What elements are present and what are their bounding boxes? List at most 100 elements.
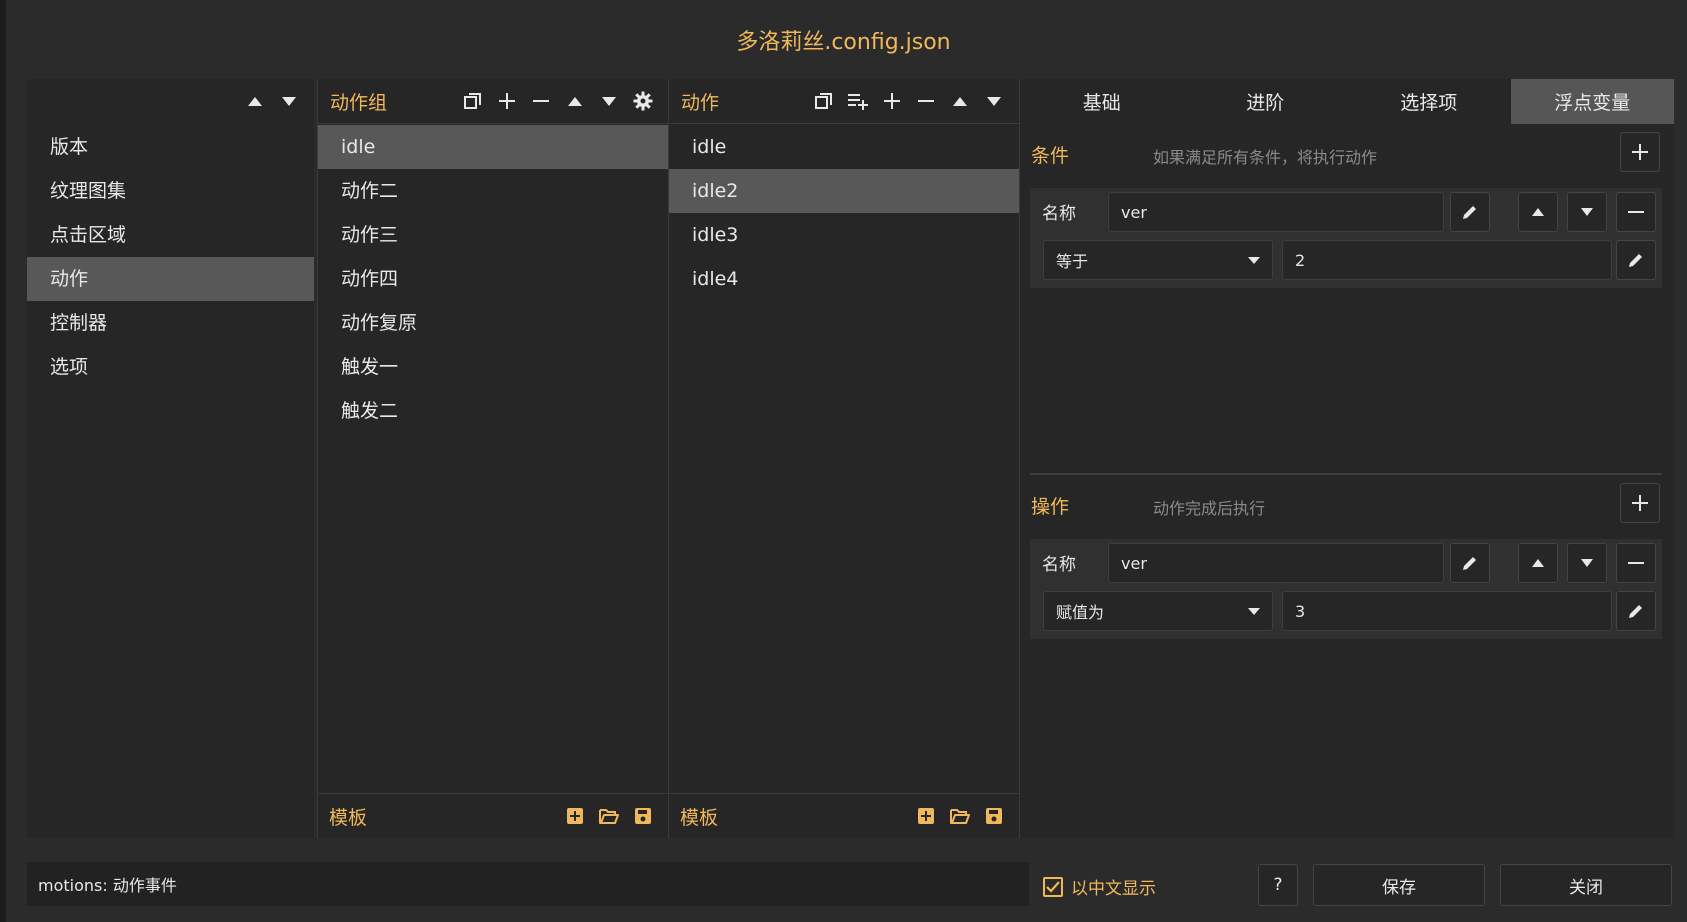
remove-icon[interactable]: [526, 86, 556, 116]
remove-operation-button[interactable]: [1616, 543, 1656, 583]
motion-group-list: idle 动作二 动作三 动作四 动作复原 触发一 触发二: [318, 125, 668, 433]
add-box-icon[interactable]: [911, 801, 941, 831]
add-operation-button[interactable]: [1620, 483, 1660, 523]
edit-value-button[interactable]: [1616, 240, 1656, 280]
motion-toolbar: [809, 86, 1019, 116]
tab-advanced[interactable]: 进阶: [1184, 79, 1348, 124]
category-item-motion[interactable]: 动作: [27, 257, 314, 301]
condition-name-field[interactable]: ver: [1108, 192, 1444, 232]
category-panel: 版本 纹理图集 点击区域 动作 控制器 选项: [27, 79, 314, 838]
condition-card: 名称 ver 等于 2: [1030, 188, 1662, 288]
motion-group-item[interactable]: 触发二: [318, 389, 668, 433]
category-item-controller[interactable]: 控制器: [27, 301, 314, 345]
playlist-add-icon[interactable]: [843, 86, 873, 116]
motion-item[interactable]: idle3: [669, 213, 1019, 257]
motion-header: 动作: [669, 79, 1019, 123]
move-up-button[interactable]: [1518, 192, 1558, 232]
add-box-icon[interactable]: [560, 801, 590, 831]
pencil-icon: [1629, 254, 1642, 267]
edit-name-button[interactable]: [1450, 543, 1490, 583]
save-icon[interactable]: [979, 801, 1009, 831]
move-down-icon[interactable]: [274, 86, 304, 116]
operation-operator-select[interactable]: 赋值为: [1043, 591, 1273, 631]
motion-item[interactable]: idle4: [669, 257, 1019, 301]
category-item-hit-area[interactable]: 点击区域: [27, 213, 314, 257]
operation-name-field[interactable]: ver: [1108, 543, 1444, 583]
operator-value: 赋值为: [1056, 603, 1105, 622]
category-header: [27, 79, 314, 123]
name-label: 名称: [1042, 555, 1076, 575]
tab-choices[interactable]: 选择项: [1347, 79, 1511, 124]
move-up-icon[interactable]: [560, 86, 590, 116]
remove-icon: [1628, 562, 1644, 564]
add-icon[interactable]: [877, 86, 907, 116]
operator-value: 等于: [1056, 252, 1089, 271]
tab-basic[interactable]: 基础: [1020, 79, 1184, 124]
save-icon[interactable]: [628, 801, 658, 831]
move-up-icon: [1532, 208, 1544, 216]
motion-group-title: 动作组: [330, 91, 388, 114]
chevron-down-icon: [1248, 257, 1260, 264]
motion-group-item[interactable]: 触发一: [318, 345, 668, 389]
motion-panel: 动作 idle idle2 idle3 idle4 模板: [669, 79, 1019, 838]
gear-icon[interactable]: [628, 86, 658, 116]
category-item-version[interactable]: 版本: [27, 125, 314, 169]
move-down-icon[interactable]: [979, 86, 1009, 116]
conditions-hint: 如果满足所有条件，将执行动作: [1153, 148, 1378, 167]
pencil-icon: [1629, 605, 1642, 618]
move-down-button[interactable]: [1567, 192, 1607, 232]
header-separator: [669, 123, 1019, 124]
template-label: 模板: [680, 806, 719, 829]
condition-operator-select[interactable]: 等于: [1043, 240, 1273, 280]
category-item-texture-atlas[interactable]: 纹理图集: [27, 169, 314, 213]
motion-group-item[interactable]: 动作二: [318, 169, 668, 213]
motion-item[interactable]: idle2: [669, 169, 1019, 213]
template-toolbar: [560, 801, 668, 831]
status-text: motions: 动作事件: [38, 876, 177, 895]
condition-value-field[interactable]: 2: [1282, 240, 1612, 280]
chevron-down-icon: [1248, 608, 1260, 615]
remove-icon[interactable]: [911, 86, 941, 116]
edit-value-button[interactable]: [1616, 591, 1656, 631]
motion-group-item[interactable]: 动作三: [318, 213, 668, 257]
remove-condition-button[interactable]: [1616, 192, 1656, 232]
move-down-icon[interactable]: [594, 86, 624, 116]
motion-group-footer: 模板: [318, 793, 668, 838]
move-down-icon: [1581, 559, 1593, 567]
tab-float-variables[interactable]: 浮点变量: [1510, 79, 1674, 124]
move-up-icon[interactable]: [945, 86, 975, 116]
edit-name-button[interactable]: [1450, 192, 1490, 232]
move-down-icon: [1581, 208, 1593, 216]
category-item-options[interactable]: 选项: [27, 345, 314, 389]
chinese-display-label: 以中文显示: [1071, 879, 1156, 899]
motion-title: 动作: [681, 91, 720, 114]
chinese-display-checkbox[interactable]: 以中文显示: [1043, 874, 1156, 899]
template-toolbar: [911, 801, 1019, 831]
operation-value-field[interactable]: 3: [1282, 591, 1612, 631]
move-up-button[interactable]: [1518, 543, 1558, 583]
name-label: 名称: [1042, 204, 1076, 224]
float-variable-panel: 条件 如果满足所有条件，将执行动作 名称 ver 等于 2 操作 动作完成后执行…: [1020, 124, 1674, 838]
window-title: 多洛莉丝.config.json: [736, 30, 951, 55]
conditions-title: 条件: [1031, 145, 1070, 167]
help-button[interactable]: ?: [1258, 864, 1298, 906]
add-condition-button[interactable]: [1620, 132, 1660, 172]
status-bar: motions: 动作事件: [27, 862, 1029, 906]
save-button[interactable]: 保存: [1313, 864, 1485, 906]
motion-item[interactable]: idle: [669, 125, 1019, 169]
header-separator: [318, 123, 668, 124]
close-button[interactable]: 关闭: [1500, 864, 1672, 906]
motion-footer: 模板: [669, 793, 1019, 838]
copy-icon[interactable]: [458, 86, 488, 116]
copy-icon[interactable]: [809, 86, 839, 116]
operations-hint: 动作完成后执行: [1153, 499, 1266, 518]
move-down-button[interactable]: [1567, 543, 1607, 583]
move-up-icon[interactable]: [240, 86, 270, 116]
folder-open-icon[interactable]: [945, 801, 975, 831]
motion-group-item[interactable]: 动作四: [318, 257, 668, 301]
folder-open-icon[interactable]: [594, 801, 624, 831]
template-label: 模板: [329, 806, 368, 829]
motion-group-item[interactable]: 动作复原: [318, 301, 668, 345]
add-icon[interactable]: [492, 86, 522, 116]
motion-group-item[interactable]: idle: [318, 125, 668, 169]
